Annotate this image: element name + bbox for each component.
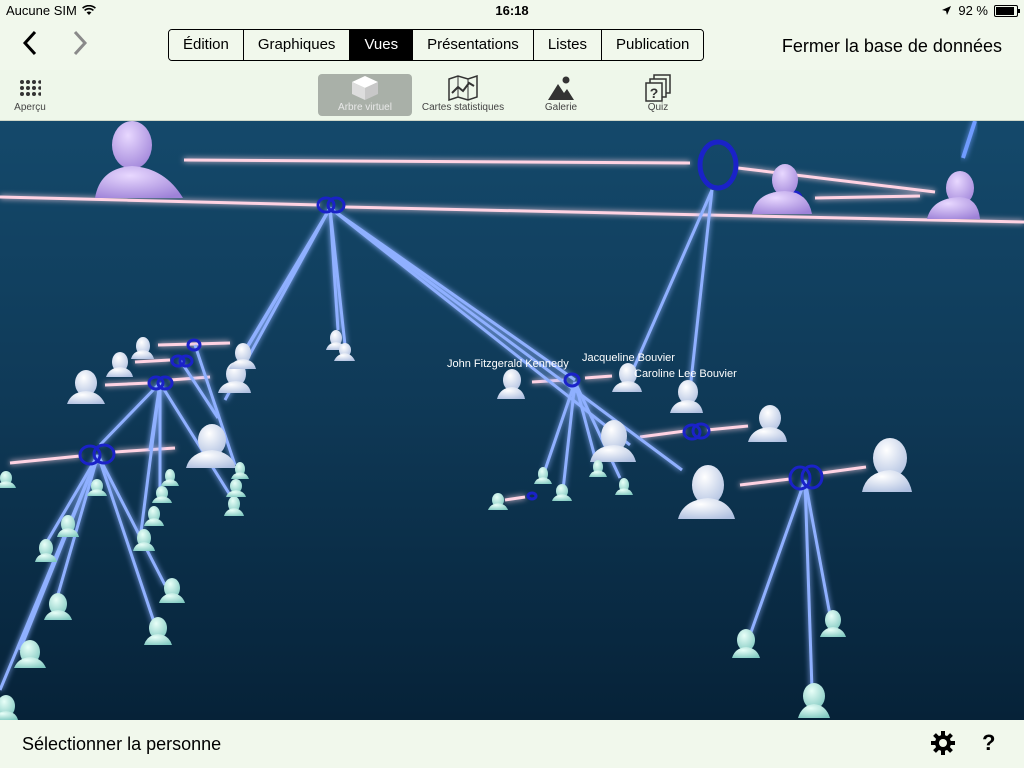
person-bust[interactable] [927, 171, 980, 219]
view-quiz[interactable]: ? Quiz [632, 74, 684, 116]
overview-button[interactable]: Aperçu [8, 74, 52, 116]
person-name-label[interactable]: Jacqueline Bouvier [582, 352, 675, 364]
gear-icon [931, 731, 955, 755]
person-bust[interactable] [615, 478, 633, 495]
select-person-button[interactable]: Sélectionner la personne [22, 734, 221, 755]
view-quiz-label: Quiz [647, 102, 669, 113]
navigation-bar: Édition Graphiques Vues Présentations Listes… [0, 22, 1024, 70]
person-bust[interactable] [131, 337, 154, 359]
clock: 16:18 [495, 3, 529, 18]
cube-icon [352, 76, 378, 100]
view-statistic-maps[interactable]: Cartes statistiques [416, 74, 510, 116]
map-chart-icon [448, 75, 478, 101]
tab-listes[interactable]: Listes [532, 30, 601, 60]
tab-publication[interactable]: Publication [601, 30, 704, 60]
person-bust[interactable] [67, 370, 105, 404]
person-bust[interactable] [35, 539, 57, 562]
person-bust[interactable] [534, 467, 552, 484]
person-bust[interactable] [732, 629, 760, 658]
gallery-icon [548, 76, 574, 100]
svg-text:?: ? [650, 85, 659, 101]
tab-vues[interactable]: Vues [349, 30, 413, 60]
person-bust[interactable] [678, 465, 735, 519]
person-bust[interactable] [798, 683, 830, 718]
view-virtual-tree-label: Arbre virtuel [338, 102, 392, 113]
battery-percent: 92 % [958, 3, 988, 18]
person-bust[interactable] [497, 369, 525, 399]
battery-icon [994, 4, 1020, 17]
person-bust[interactable] [862, 438, 912, 492]
marriage-beams [0, 158, 1024, 502]
person-bust[interactable] [488, 493, 508, 510]
person-bust[interactable] [161, 469, 179, 486]
tab-graphiques[interactable]: Graphiques [242, 30, 350, 60]
view-toolbar: Aperçu Arbre virtuel Cartes statistiques [0, 70, 1024, 121]
person-bust[interactable] [226, 479, 246, 497]
main-tab-bar: Édition Graphiques Vues Présentations Listes… [168, 29, 705, 61]
overview-label: Aperçu [14, 102, 46, 113]
close-database-button[interactable]: Fermer la base de données [782, 36, 1002, 57]
person-bust[interactable] [670, 380, 703, 413]
ancestor-beam [961, 121, 977, 159]
person-bust[interactable] [748, 405, 787, 442]
quiz-icon: ? [645, 74, 671, 102]
grid-icon [20, 80, 41, 96]
person-bust[interactable] [144, 617, 172, 645]
status-bar: Aucune SIM 16:18 92 % [0, 0, 1024, 22]
view-virtual-tree[interactable]: Arbre virtuel [318, 74, 412, 116]
family-tree-graphics [0, 121, 1024, 720]
person-bust[interactable] [106, 352, 133, 377]
forward-button[interactable] [72, 30, 88, 62]
person-name-label[interactable]: John Fitzgerald Kennedy [447, 358, 569, 370]
person-bust[interactable] [229, 343, 256, 369]
person-bust[interactable] [144, 506, 164, 526]
chevron-left-icon [22, 30, 37, 56]
descent-beams [0, 189, 832, 691]
view-statistic-maps-label: Cartes statistiques [421, 102, 505, 113]
person-bust[interactable] [820, 610, 846, 637]
person-bust[interactable] [589, 460, 607, 477]
person-bust[interactable] [0, 695, 18, 720]
settings-button[interactable] [930, 730, 956, 761]
tab-presentations[interactable]: Présentations [412, 30, 533, 60]
tab-edition[interactable]: Édition [169, 30, 243, 60]
person-bust[interactable] [152, 486, 172, 503]
person-bust[interactable] [95, 121, 183, 198]
virtual-tree-scene[interactable]: John Fitzgerald Kennedy Jacqueline Bouvi… [0, 121, 1024, 720]
help-button[interactable]: ? [982, 730, 995, 756]
person-name-label[interactable]: Caroline Lee Bouvier [634, 368, 737, 380]
bottom-bar: Sélectionner la personne ? [0, 720, 1024, 768]
back-button[interactable] [22, 30, 38, 62]
view-gallery-label: Galerie [544, 102, 578, 113]
view-gallery[interactable]: Galerie [532, 74, 590, 116]
location-icon [942, 6, 952, 15]
chevron-right-icon [73, 30, 88, 56]
person-bust[interactable] [44, 593, 72, 620]
person-bust[interactable] [0, 471, 16, 488]
person-bust[interactable] [224, 496, 244, 516]
person-bust[interactable] [552, 484, 572, 501]
